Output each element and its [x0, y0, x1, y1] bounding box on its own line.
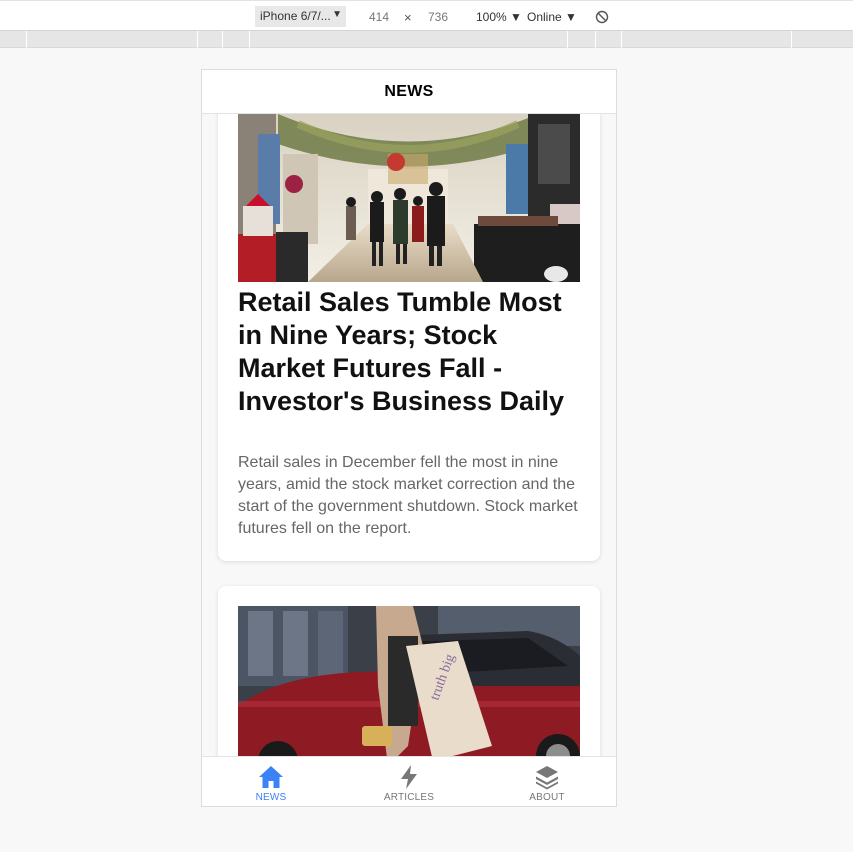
chevron-down-icon: ▼ [510, 10, 522, 24]
news-card[interactable]: Retail Sales Tumble Most in Nine Years; … [218, 114, 600, 561]
app-header: NEWS [202, 70, 616, 114]
ruler-tick [567, 31, 568, 48]
network-select-label: Online [527, 10, 562, 24]
device-viewport: NEWS Retail Sales Tumble Most in Nine Ye… [201, 69, 617, 807]
lightning-icon [401, 765, 417, 789]
department-store-photo-art [238, 114, 580, 282]
news-card[interactable]: truth big [218, 586, 600, 756]
news-feed[interactable]: Retail Sales Tumble Most in Nine Years; … [202, 114, 616, 756]
rotate-icon[interactable] [595, 10, 609, 24]
page-title: NEWS [384, 82, 434, 100]
device-select-label: iPhone 6/7/... [260, 9, 331, 23]
article-description: Retail sales in December fell the most i… [238, 454, 578, 537]
tab-articles[interactable]: ARTICLES [340, 757, 478, 806]
tab-label: ARTICLES [383, 792, 435, 803]
chevron-down-icon: ▼ [565, 10, 577, 24]
department-store-photo[interactable] [238, 114, 580, 282]
ruler-tick [26, 31, 27, 48]
ruler-tick [621, 31, 622, 48]
viewport-width-input[interactable]: 414 [369, 10, 389, 24]
device-select[interactable]: iPhone 6/7/... ▼ [255, 6, 346, 27]
zoom-select-label: 100% [476, 10, 507, 24]
tab-about[interactable]: ABOUT [478, 757, 616, 806]
article-title[interactable]: Retail Sales Tumble Most in Nine Years; … [238, 286, 583, 418]
viewport-height-input[interactable]: 736 [428, 10, 448, 24]
ruler-tick [222, 31, 223, 48]
network-throttle-select[interactable]: Online ▼ [527, 10, 577, 24]
bottom-tab-bar: NEWS ARTICLES ABOUT [202, 756, 616, 806]
tab-label: ABOUT [529, 792, 565, 803]
media-query-ruler[interactable] [0, 31, 853, 48]
devtools-device-toolbar: iPhone 6/7/... ▼ 414 × 736 100% ▼ Online… [0, 0, 853, 31]
tab-news[interactable]: NEWS [202, 757, 340, 806]
ruler-tick [791, 31, 792, 48]
shopper-with-bag-photo[interactable]: truth big [238, 606, 580, 756]
layers-icon [536, 766, 558, 790]
ruler-tick [595, 31, 596, 48]
ruler-tick [197, 31, 198, 48]
tab-label: NEWS [255, 792, 287, 803]
dimension-separator: × [404, 10, 412, 25]
ruler-tick [249, 31, 250, 48]
zoom-select[interactable]: 100% ▼ [476, 10, 522, 24]
chevron-down-icon: ▼ [332, 9, 342, 20]
shopper-with-bag-photo-art: truth big [238, 606, 580, 756]
home-icon [259, 766, 283, 788]
